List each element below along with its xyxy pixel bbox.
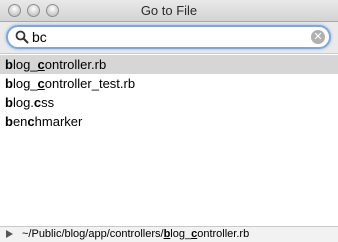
- result-text: ontroller.rb: [44, 57, 107, 72]
- search-icon: [15, 30, 29, 44]
- path-text: log_: [170, 228, 192, 240]
- result-text: log_: [12, 76, 38, 91]
- match-char: b: [5, 76, 13, 91]
- result-text: log.: [12, 95, 34, 110]
- result-text: en: [12, 114, 28, 129]
- results-list: blog_controller.rb blog_controller_test.…: [0, 55, 338, 225]
- clear-icon[interactable]: ✕: [311, 30, 325, 44]
- match-char: c: [37, 57, 45, 72]
- search-field[interactable]: bc ✕: [6, 25, 331, 49]
- path-text: ontroller.rb: [197, 228, 250, 240]
- selected-file-path: ~/Public/blog/app/controllers/blog_contr…: [22, 227, 249, 242]
- path-bar: ~/Public/blog/app/controllers/blog_contr…: [0, 226, 338, 242]
- match-char: c: [37, 76, 45, 91]
- disclosure-triangle-icon[interactable]: [6, 230, 13, 238]
- result-text: log_: [12, 57, 38, 72]
- match-char: b: [5, 95, 13, 110]
- result-row[interactable]: blog_controller.rb: [0, 55, 338, 74]
- go-to-file-window: Go to File bc ✕ blog_controller.rb blog_…: [0, 0, 338, 242]
- result-row[interactable]: blog.css: [0, 93, 338, 112]
- match-char: b: [5, 114, 13, 129]
- search-input[interactable]: bc: [32, 27, 47, 47]
- result-text: ontroller_test.rb: [44, 76, 136, 91]
- result-text: hmarker: [34, 114, 83, 129]
- path-prefix: ~/Public/blog/app/controllers/: [22, 228, 164, 240]
- title-bar: Go to File: [0, 0, 338, 22]
- result-text: ss: [41, 95, 55, 110]
- result-row[interactable]: blog_controller_test.rb: [0, 74, 338, 93]
- search-bar: bc ✕: [0, 22, 338, 54]
- result-row[interactable]: benchmarker: [0, 112, 338, 131]
- window-title: Go to File: [140, 3, 198, 18]
- match-char: c: [27, 114, 35, 129]
- match-char: b: [5, 57, 13, 72]
